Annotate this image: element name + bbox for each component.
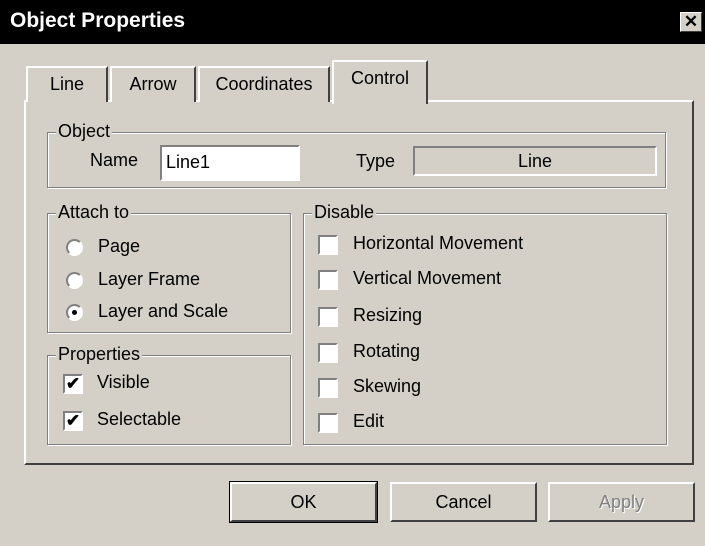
radio-layer-frame[interactable] — [66, 272, 83, 289]
type-field: Line — [413, 146, 657, 176]
disable-group-title: Disable — [312, 202, 377, 222]
selectable-label: Selectable — [97, 409, 182, 429]
radio-layer-frame-label: Layer Frame — [98, 269, 201, 289]
properties-group: Properties — [47, 344, 291, 445]
resizing-label: Resizing — [353, 305, 423, 325]
visible-checkbox[interactable]: ✔ — [63, 374, 83, 394]
name-input[interactable]: Line1 — [160, 145, 300, 181]
name-label: Name — [90, 150, 139, 170]
selectable-checkbox[interactable]: ✔ — [63, 411, 83, 431]
tab-line[interactable]: Line — [26, 66, 108, 102]
tab-control[interactable]: Control — [332, 60, 428, 104]
checkmark-icon: ✔ — [65, 411, 81, 430]
skewing-label: Skewing — [353, 376, 422, 396]
close-button[interactable]: ✕ — [680, 12, 702, 32]
radio-page[interactable] — [66, 239, 83, 256]
horizontal-movement-label: Horizontal Movement — [353, 233, 524, 253]
radio-layer-and-scale-label: Layer and Scale — [98, 301, 229, 321]
object-group-title: Object — [56, 121, 113, 141]
edit-checkbox[interactable] — [318, 413, 338, 433]
skewing-checkbox[interactable] — [318, 378, 338, 398]
properties-group-title: Properties — [56, 344, 143, 364]
checkmark-icon: ✔ — [65, 374, 81, 393]
ok-button[interactable]: OK — [229, 481, 378, 523]
vertical-movement-label: Vertical Movement — [353, 268, 502, 288]
radio-page-label: Page — [98, 236, 141, 256]
type-label: Type — [356, 151, 396, 171]
tab-coordinates[interactable]: Coordinates — [198, 66, 330, 102]
radio-selected-dot — [72, 310, 77, 315]
window-title: Object Properties — [10, 9, 186, 32]
tab-arrow[interactable]: Arrow — [110, 66, 196, 102]
horizontal-movement-checkbox[interactable] — [318, 235, 338, 255]
visible-label: Visible — [97, 372, 150, 392]
attach-group-title: Attach to — [56, 202, 132, 222]
resizing-checkbox[interactable] — [318, 307, 338, 327]
radio-layer-and-scale[interactable] — [66, 304, 83, 321]
close-icon: ✕ — [683, 12, 699, 31]
rotating-checkbox[interactable] — [318, 343, 338, 363]
rotating-label: Rotating — [353, 341, 421, 361]
apply-button[interactable]: Apply — [548, 482, 695, 522]
vertical-movement-checkbox[interactable] — [318, 270, 338, 290]
edit-label: Edit — [353, 411, 385, 431]
cancel-button[interactable]: Cancel — [390, 482, 537, 522]
